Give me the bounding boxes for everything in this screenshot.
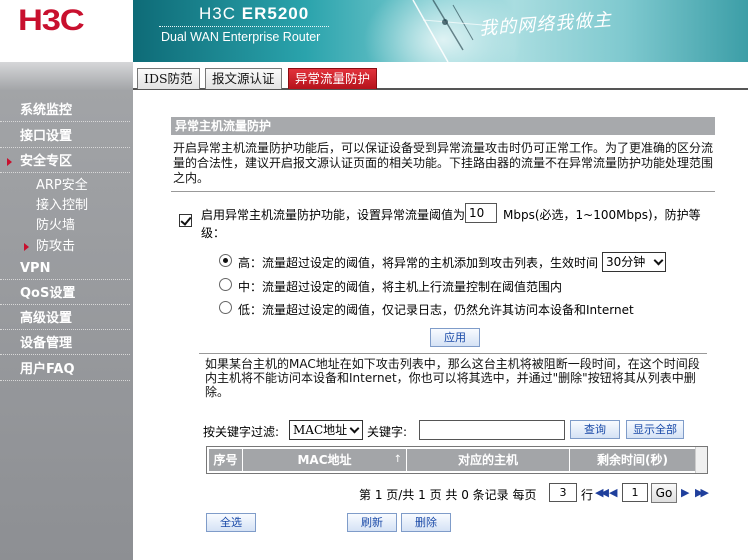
pagination: 第 1 页/共 1 页 共 0 条记录 每页 3 行 ◀◀ ◀ 1 Go ▶ ▶… xyxy=(359,483,719,503)
sidebar-item-interface-settings[interactable]: 接口设置 xyxy=(0,126,130,148)
tab-ids[interactable]: IDS防范 xyxy=(137,68,200,89)
caret-right-icon xyxy=(7,158,12,166)
apply-button[interactable]: 应用 xyxy=(430,328,480,347)
attack-list-description: 如果某台主机的MAC地址在如下攻击列表中，那么这台主机将被阻断一段时间，在这个时… xyxy=(205,357,700,399)
effective-time-select[interactable]: 30分钟 xyxy=(602,252,666,272)
sidebar-item-label: QoS设置 xyxy=(20,286,76,301)
protection-level-label: 级： xyxy=(201,226,226,240)
sidebar-subitem-arp-security[interactable]: ARP安全 xyxy=(0,176,130,196)
keyword-input[interactable] xyxy=(419,420,565,440)
effective-time-value: 30分钟 xyxy=(606,255,646,269)
logo-area: H3C xyxy=(0,0,133,62)
divider xyxy=(199,353,707,354)
column-header-index[interactable]: 序号 xyxy=(209,449,243,471)
delete-button[interactable]: 删除 xyxy=(401,513,451,532)
filter-field-value: MAC地址 xyxy=(293,423,348,437)
first-page-icon[interactable]: ◀◀ xyxy=(595,486,609,499)
sidebar-item-vpn[interactable]: VPN xyxy=(0,258,130,280)
sidebar-item-user-faq[interactable]: 用户FAQ xyxy=(0,359,130,381)
sidebar-item-label: 安全专区 xyxy=(20,154,73,169)
enable-protection-checkbox[interactable] xyxy=(179,214,192,227)
level-high-label: 高：流量超过设定的阈值，将异常的主机添加到攻击列表，生效时间 xyxy=(238,256,599,270)
prev-page-icon[interactable]: ◀ xyxy=(609,486,618,499)
sidebar-item-label: 系统监控 xyxy=(20,103,73,118)
sidebar-item-label: 高级设置 xyxy=(20,311,73,326)
header-banner: H3C ER5200 Dual WAN Enterprise Router 我的… xyxy=(133,0,748,62)
product-name: H3C xyxy=(199,4,237,23)
sidebar-item-label: 接口设置 xyxy=(20,129,73,144)
keyword-label: 关键字: xyxy=(367,425,408,439)
rows-unit-label: 行 xyxy=(581,488,594,502)
enable-label: 启用异常主机流量防护功能，设置异常流量阈值为 xyxy=(201,208,466,222)
tab-source-auth[interactable]: 报文源认证 xyxy=(205,68,282,89)
chevron-down-icon xyxy=(653,255,664,266)
attack-list-table: 序号 MAC地址 ↑ 对应的主机 剩余时间(秒) xyxy=(206,446,708,474)
level-high-row: 高：流量超过设定的阈值，将异常的主机添加到攻击列表，生效时间 30分钟 xyxy=(219,252,719,272)
level-low-label: 低：流量超过设定的阈值，仅记录日志，仍然允许其访问本设备和Internet xyxy=(238,303,634,317)
sidebar: 系统监控 接口设置 安全专区 ARP安全 接入控制 防火墙 防攻击 VPN Qo… xyxy=(0,62,133,560)
level-low-row: 低：流量超过设定的阈值，仅记录日志，仍然允许其访问本设备和Internet xyxy=(219,299,719,317)
show-all-button[interactable]: 显示全部 xyxy=(626,420,684,439)
product-title: H3C ER5200 xyxy=(199,4,309,24)
sidebar-subitem-label: ARP安全 xyxy=(36,178,88,193)
h3c-logo: H3C xyxy=(18,4,85,37)
sidebar-item-security[interactable]: 安全专区 xyxy=(0,151,130,173)
caret-right-icon xyxy=(24,243,29,251)
table-header: 序号 MAC地址 ↑ 对应的主机 剩余时间(秒) xyxy=(209,449,695,471)
section-description: 开启异常主机流量防护功能后，可以保证设备受到异常流量攻击时仍可正常工作。为了更准… xyxy=(173,141,714,185)
pagination-summary: 第 1 页/共 1 页 共 0 条记录 每页 xyxy=(359,488,537,502)
rows-per-page-input[interactable]: 3 xyxy=(549,483,577,502)
sidebar-subitem-attack-defense[interactable]: 防攻击 xyxy=(0,237,130,257)
level-medium-row: 中：流量超过设定的阈值，将主机上行流量控制在阈值范围内 xyxy=(219,276,719,294)
table-scrollbar[interactable] xyxy=(695,447,707,473)
refresh-button[interactable]: 刷新 xyxy=(347,513,397,532)
product-subtitle: Dual WAN Enterprise Router xyxy=(161,30,321,44)
sidebar-item-device-management[interactable]: 设备管理 xyxy=(0,333,130,355)
select-all-button[interactable]: 全选 xyxy=(206,513,256,532)
chevron-down-icon xyxy=(349,423,360,434)
divider xyxy=(171,191,715,192)
go-button[interactable]: Go xyxy=(651,483,677,503)
column-header-mac[interactable]: MAC地址 ↑ xyxy=(243,449,407,471)
sidebar-item-advanced[interactable]: 高级设置 xyxy=(0,308,130,330)
sidebar-subitem-label: 接入控制 xyxy=(36,198,89,213)
column-header-host[interactable]: 对应的主机 xyxy=(407,449,570,471)
sidebar-item-system-monitor[interactable]: 系统监控 xyxy=(0,100,130,122)
threshold-unit-label: Mbps(必选，1~100Mbps)，防护等 xyxy=(503,208,701,222)
sidebar-item-label: VPN xyxy=(20,261,51,276)
level-medium-radio[interactable] xyxy=(219,278,232,291)
query-button[interactable]: 查询 xyxy=(570,420,620,439)
level-high-radio[interactable] xyxy=(219,254,232,267)
section-title: 异常主机流量防护 xyxy=(171,117,715,135)
last-page-icon[interactable]: ▶▶ xyxy=(695,486,709,499)
sidebar-subitem-label: 防攻击 xyxy=(36,239,76,254)
level-low-radio[interactable] xyxy=(219,301,232,314)
next-page-icon[interactable]: ▶ xyxy=(681,486,690,499)
level-medium-label: 中：流量超过设定的阈值，将主机上行流量控制在阈值范围内 xyxy=(238,280,563,294)
sidebar-item-qos[interactable]: QoS设置 xyxy=(0,283,130,305)
threshold-input[interactable]: 10 xyxy=(465,203,497,223)
column-header-remaining-time[interactable]: 剩余时间(秒) xyxy=(570,449,695,471)
sort-arrow-icon: ↑ xyxy=(393,454,402,465)
sidebar-subitem-firewall[interactable]: 防火墙 xyxy=(0,216,130,236)
column-header-label: MAC地址 xyxy=(297,453,352,467)
sidebar-item-label: 用户FAQ xyxy=(20,362,75,377)
filter-label: 按关键字过滤: xyxy=(203,425,280,439)
product-title-underline xyxy=(159,26,329,27)
product-model: ER5200 xyxy=(241,4,310,23)
sidebar-top-cap xyxy=(0,62,133,90)
tab-bar: IDS防范 报文源认证 异常流量防护 xyxy=(133,62,748,90)
filter-field-select[interactable]: MAC地址 xyxy=(289,420,363,440)
main-content: 异常主机流量防护 开启异常主机流量防护功能后，可以保证设备受到异常流量攻击时仍可… xyxy=(133,90,748,560)
sidebar-subitem-access-control[interactable]: 接入控制 xyxy=(0,196,130,216)
tab-abnormal-traffic[interactable]: 异常流量防护 xyxy=(288,68,378,89)
goto-page-input[interactable]: 1 xyxy=(622,483,648,502)
sidebar-item-label: 设备管理 xyxy=(20,336,73,351)
sidebar-subitem-label: 防火墙 xyxy=(36,218,76,233)
